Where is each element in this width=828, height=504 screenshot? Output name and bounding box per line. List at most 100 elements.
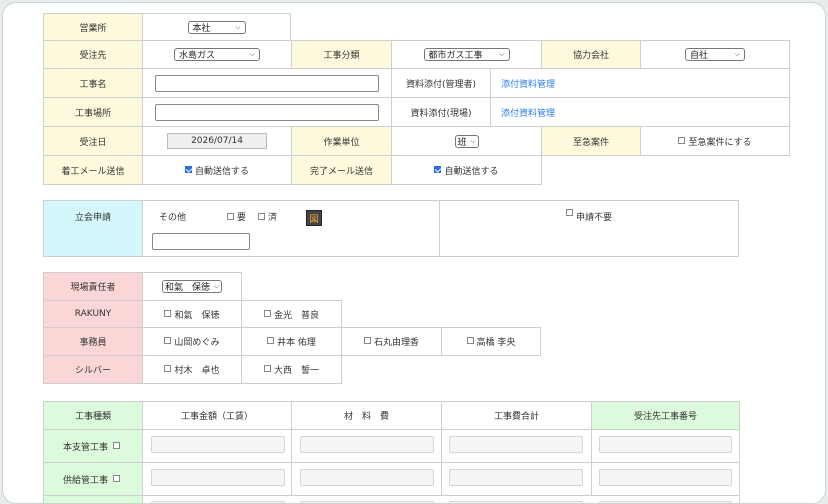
site-input[interactable] [155, 103, 379, 121]
start-mail-cell: 自動送信する [142, 155, 292, 185]
silver-checkbox[interactable] [164, 365, 172, 372]
start-mail-checkbox-label: 自動送信する [194, 166, 249, 177]
cost-row-label [43, 495, 143, 503]
cost-header-total: 工事費合計 [441, 401, 592, 430]
office-staff-checkbox[interactable] [164, 337, 172, 344]
office-label: 営業所 [43, 13, 143, 41]
map-icon[interactable]: 図 [306, 210, 322, 226]
office-staff-checkbox[interactable] [267, 337, 275, 344]
urgent-checkbox-label: 至急案件にする [688, 137, 752, 148]
office-staff-item: 山岡めぐみ [142, 327, 242, 356]
site-label: 工事場所 [43, 97, 143, 127]
office-cell: 本社 ⌵ [142, 13, 291, 41]
total-input[interactable] [449, 469, 583, 486]
manager-select-value: 和氣 保徳 [165, 283, 211, 293]
divider [291, 463, 292, 495]
manager-cell: 和氣 保徳 ⌵ [142, 272, 242, 301]
cost-header-material: 材 料 費 [291, 401, 442, 430]
start-mail-checkbox[interactable] [184, 165, 192, 173]
urgent-cell: 至急案件にする [640, 126, 790, 156]
material-input[interactable] [300, 469, 434, 486]
no-apply-checkbox[interactable] [565, 209, 573, 216]
cost-row-checkbox[interactable] [113, 441, 120, 449]
chevron-down-icon: ⌵ [734, 50, 740, 58]
cost-header-labor: 工事金額（工賃） [142, 401, 292, 430]
divider [291, 430, 292, 462]
client-no-input[interactable] [599, 436, 732, 453]
silver-checkbox[interactable] [263, 365, 271, 372]
office-staff-name: 井本 佑理 [277, 338, 316, 348]
rakuny-item: 金光 普良 [241, 300, 342, 328]
rakuny-checkbox[interactable] [263, 309, 271, 317]
chevron-down-icon: ⌵ [213, 282, 219, 290]
attach-site-link[interactable]: 添付資料管理 [501, 106, 555, 119]
manager-select[interactable]: 和氣 保徳 ⌵ [162, 280, 222, 293]
office-staff-checkbox[interactable] [466, 337, 474, 344]
office-staff-name: 高橋 李央 [476, 338, 516, 348]
cost-row-name: 本支管工事 [62, 442, 108, 453]
witness-done-checkbox[interactable] [258, 213, 265, 220]
unit-label: 作業単位 [291, 126, 392, 156]
labor-input[interactable] [151, 469, 285, 486]
no-apply-label: 申請不要 [575, 213, 612, 223]
rakuny-checkbox[interactable] [164, 309, 172, 317]
office-staff-item: 石丸由理香 [341, 327, 442, 356]
client-select[interactable]: 水島ガス ⌵ [174, 48, 260, 61]
partner-cell: 自社 ⌵ [640, 40, 790, 69]
partner-select[interactable]: 自社 ⌵ [685, 48, 745, 61]
rakuny-name: 金光 普良 [273, 310, 319, 321]
name-label: 工事名 [43, 68, 143, 98]
witness-label: 立会申請 [43, 200, 143, 257]
witness-other-label: その他 [159, 213, 187, 223]
name-input[interactable] [155, 74, 379, 92]
witness-other-input[interactable] [152, 233, 250, 250]
category-select[interactable]: 都市ガス工事 ⌵ [423, 48, 510, 61]
rakuny-label: RAKUNY [43, 300, 143, 328]
silver-name: 大西 誓一 [273, 366, 319, 376]
order-date-cell: 2026/07/14 [142, 126, 292, 156]
chevron-down-icon: ⌵ [235, 22, 241, 31]
office-staff-name: 山岡めぐみ [174, 338, 220, 348]
cost-row-checkbox[interactable] [113, 474, 120, 482]
office-staff-checkbox[interactable] [363, 337, 371, 344]
attach-mgr-label: 資料添付(管理者) [391, 68, 491, 98]
material-input[interactable] [300, 436, 434, 453]
no-apply-cell: 申請不要 [439, 200, 739, 257]
rakuny-item: 和氣 保徳 [142, 300, 242, 328]
start-mail-label: 着工メール送信 [43, 155, 143, 185]
labor-input[interactable] [151, 436, 285, 453]
done-mail-label: 完了メール送信 [291, 155, 392, 185]
attach-site-label: 資料添付(現場) [391, 97, 491, 127]
office-select[interactable]: 本社 ⌵ [187, 20, 246, 34]
rakuny-name: 和氣 保徳 [174, 310, 220, 321]
divider [591, 430, 592, 462]
office-staff-label: 事務員 [43, 327, 143, 356]
witness-need-checkbox[interactable] [227, 213, 234, 220]
attach-mgr-link[interactable]: 添付資料管理 [501, 77, 555, 90]
cost-header-client-no: 受注先工事番号 [591, 401, 740, 430]
unit-cell: 班 ⌵ [391, 126, 542, 156]
chevron-down-icon: ⌵ [249, 50, 255, 58]
silver-item: 大西 誓一 [241, 355, 342, 384]
total-input[interactable] [449, 436, 583, 453]
client-cell: 水島ガス ⌵ [142, 40, 292, 69]
witness-need: 要 [227, 210, 246, 223]
order-date-label: 受注日 [43, 126, 143, 156]
office-select-value: 本社 [192, 23, 211, 34]
urgent-checkbox[interactable] [678, 136, 686, 144]
witness-need-label: 要 [237, 213, 247, 223]
client-select-value: 水島ガス [179, 51, 216, 61]
manager-label: 現場責任者 [43, 272, 143, 301]
done-mail-checkbox[interactable] [434, 165, 442, 173]
cost-row-label: 本支管工事 [43, 429, 143, 463]
office-staff-name: 石丸由理香 [373, 338, 419, 348]
cost-header-type: 工事種類 [43, 401, 143, 430]
category-label: 工事分類 [291, 40, 392, 69]
silver-name: 村木 卓也 [174, 366, 220, 376]
order-date-input[interactable]: 2026/07/14 [167, 133, 267, 149]
office-staff-item: 井本 佑理 [241, 327, 342, 356]
name-cell [142, 68, 392, 98]
client-no-input[interactable] [599, 469, 732, 486]
divider [441, 463, 442, 495]
unit-select[interactable]: 班 ⌵ [454, 134, 479, 148]
